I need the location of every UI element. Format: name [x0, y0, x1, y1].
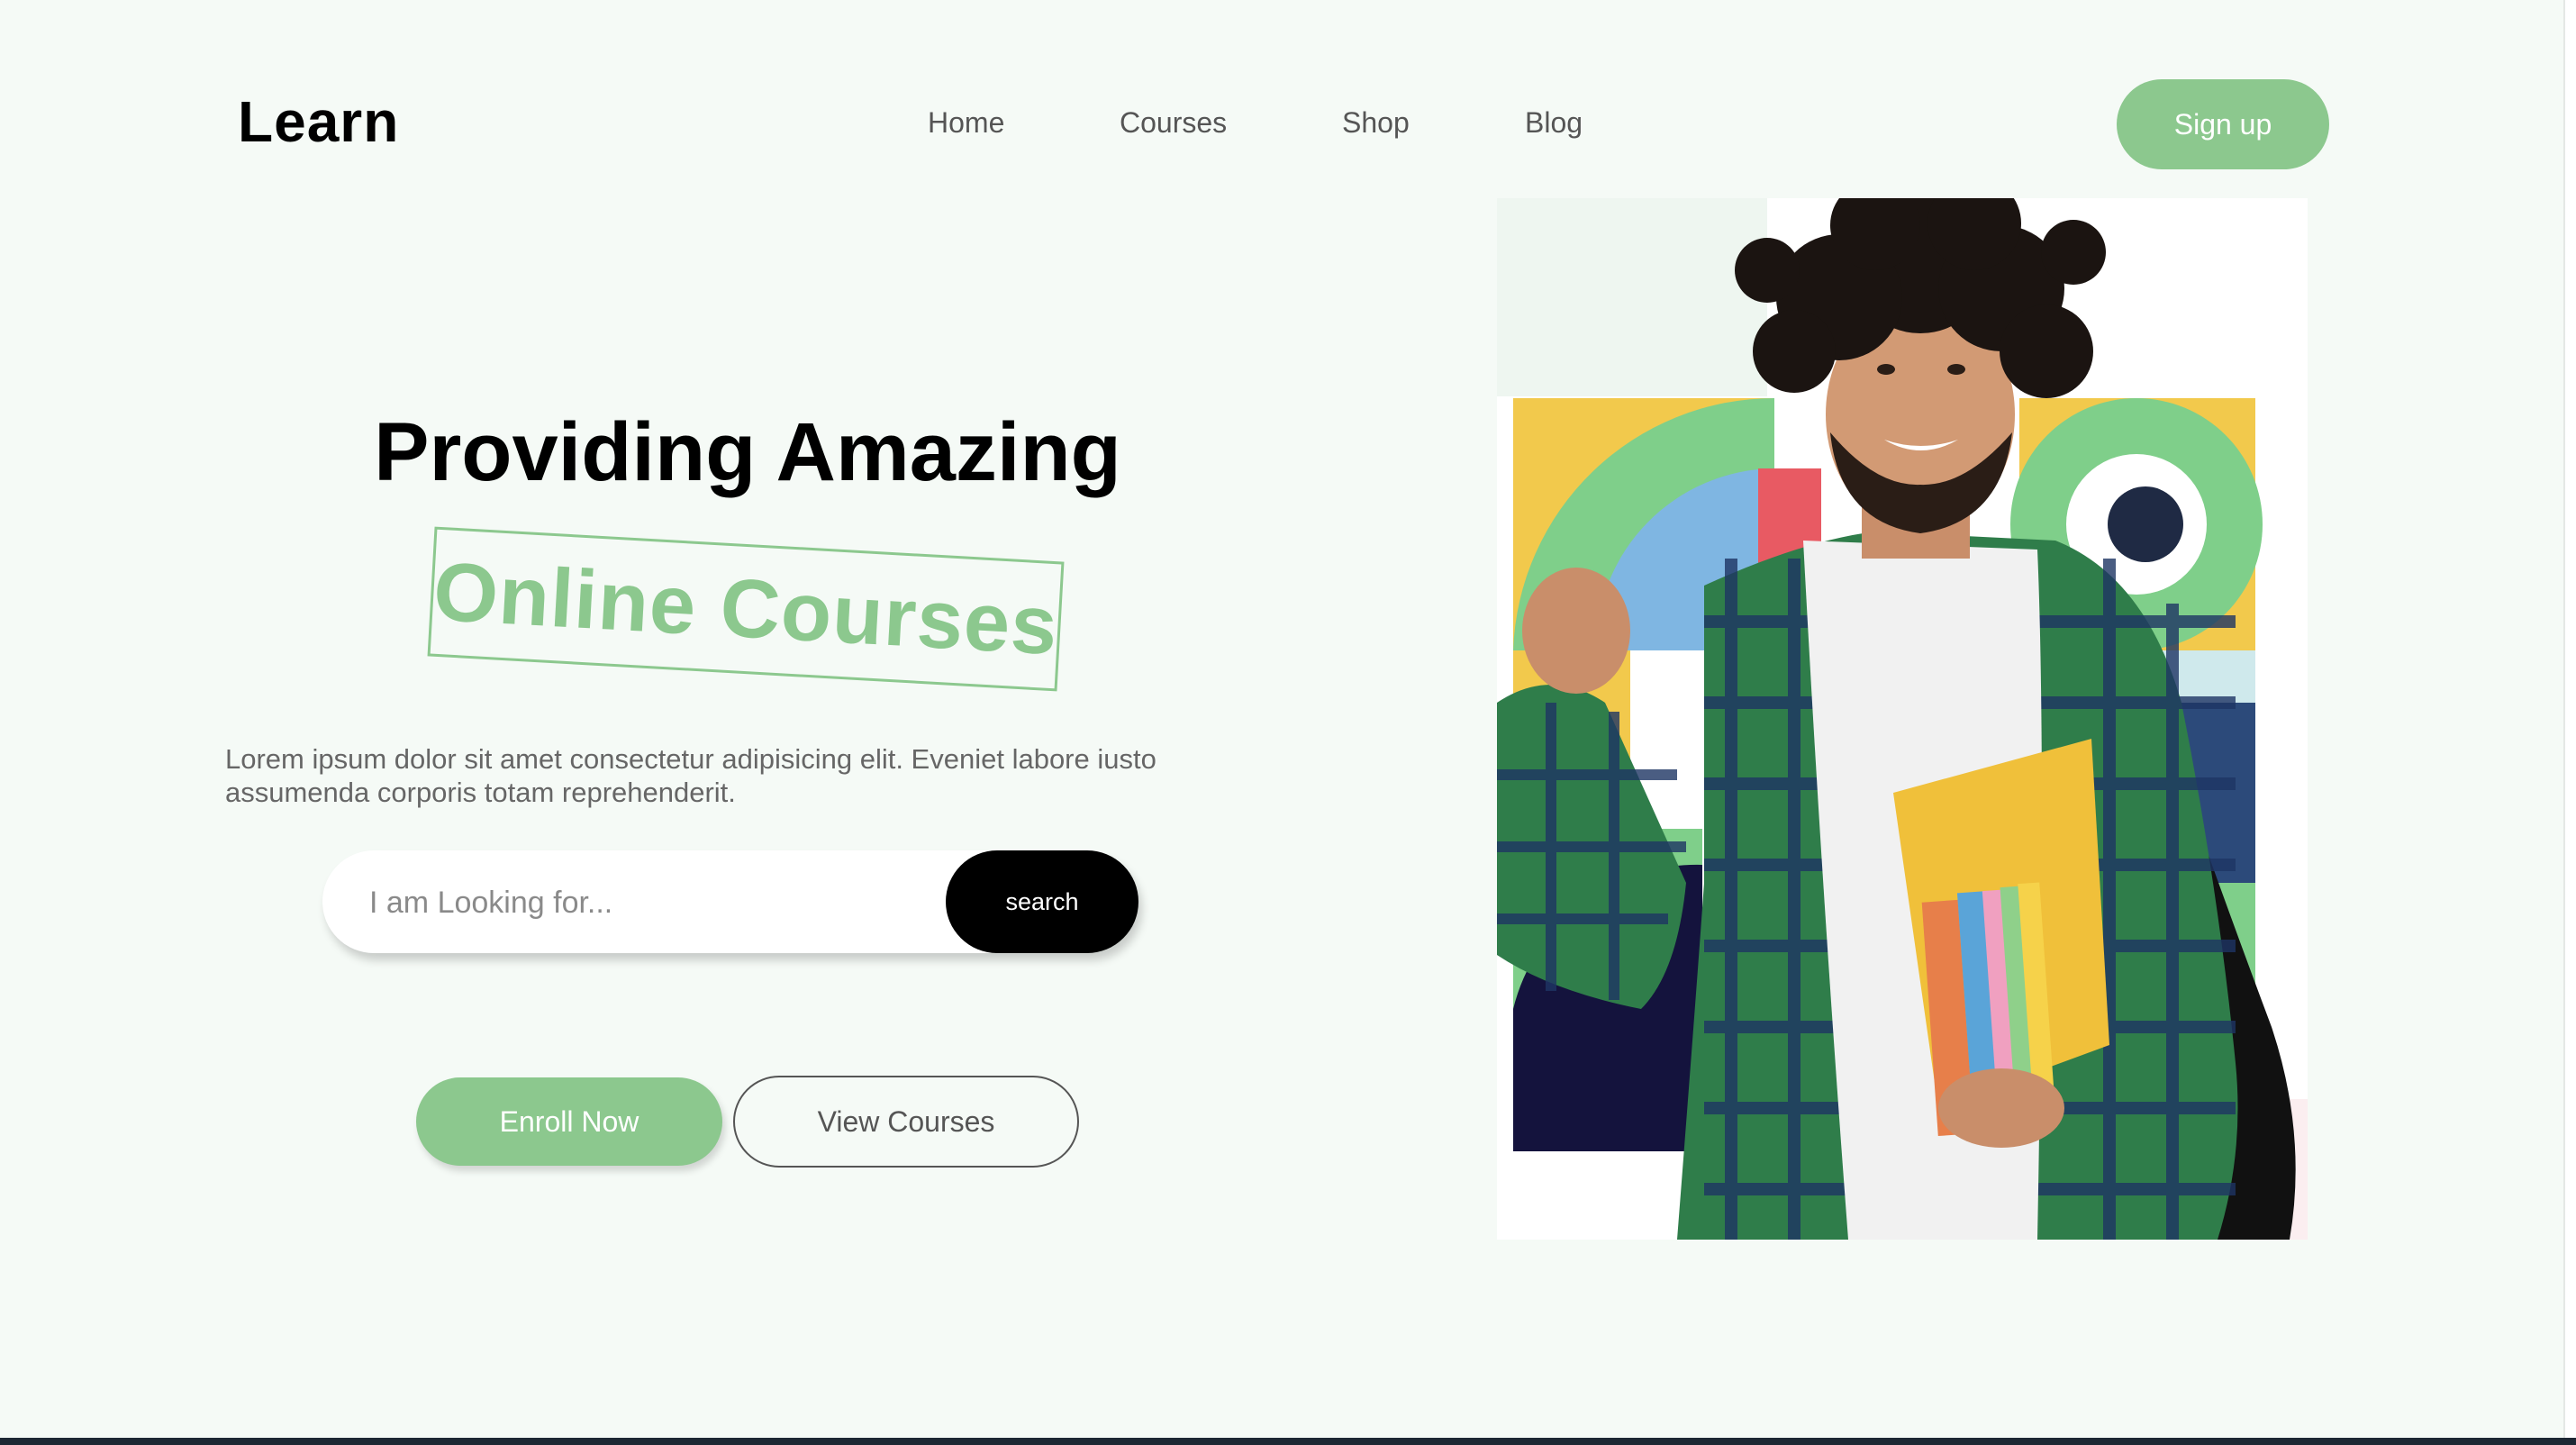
logo[interactable]: Learn [238, 88, 399, 155]
nav-item-blog[interactable]: Blog [1525, 106, 1583, 140]
hero-lead-text: Lorem ipsum dolor sit amet consectetur a… [225, 743, 1156, 808]
hero-highlight: Online Courses [431, 545, 1061, 672]
search-input[interactable] [367, 850, 857, 955]
enroll-now-button[interactable]: Enroll Now [416, 1077, 722, 1166]
student-illustration-svg [1497, 198, 2308, 1240]
nav-item-courses[interactable]: Courses [1120, 106, 1227, 140]
signup-button[interactable]: Sign up [2117, 79, 2329, 169]
page: Learn Home Courses Shop Blog Sign up Pro… [0, 0, 2576, 1445]
footer-edge [0, 1438, 2576, 1445]
scrollbar-track[interactable] [2563, 0, 2576, 1445]
nav-item-home[interactable]: Home [928, 106, 1004, 140]
view-courses-button[interactable]: View Courses [733, 1076, 1079, 1168]
nav-item-shop[interactable]: Shop [1342, 106, 1410, 140]
hero-headline: Providing Amazing [374, 406, 1121, 498]
search-bar: search [322, 850, 1138, 955]
student-photo-illustration [1497, 198, 2308, 1240]
search-button[interactable]: search [946, 850, 1138, 953]
